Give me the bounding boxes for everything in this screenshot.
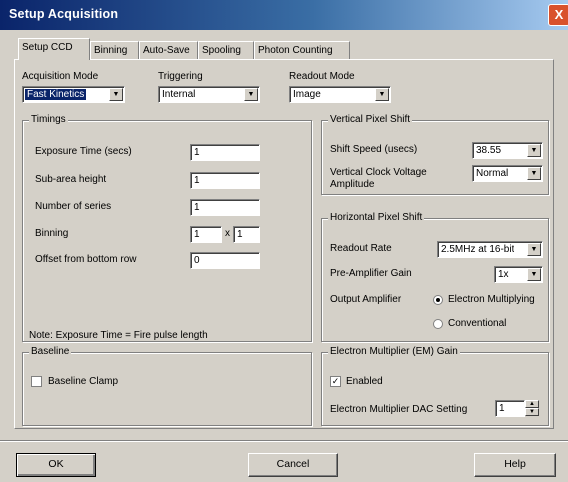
em-dac-spinner[interactable]: ▲ ▼ [525,400,539,417]
chevron-down-icon: ▼ [109,88,123,101]
close-icon: X [554,7,564,22]
baseline-group: Baseline [22,346,312,426]
exposure-time-label: Exposure Time (secs) [35,146,132,157]
cancel-button[interactable]: Cancel [248,453,338,477]
binning-separator: x [225,228,230,239]
help-label: Help [504,458,526,470]
output-amplifier-label: Output Amplifier [330,294,402,305]
em-dac-input[interactable]: 1 [495,400,525,417]
baseline-clamp-label: Baseline Clamp [48,376,119,387]
triggering-label: Triggering [158,71,203,82]
offset-bottom-row-input[interactable]: 0 [190,252,260,269]
tab-auto-save[interactable]: Auto-Save [139,41,198,59]
spin-up-icon[interactable]: ▲ [525,400,539,408]
offset-bottom-row-label: Offset from bottom row [35,254,137,265]
ok-label: OK [48,458,64,470]
em-dac-label: Electron Multiplier DAC Setting [330,404,468,415]
baseline-clamp-checkbox[interactable] [31,376,42,387]
vertical-clock-voltage-label: Vertical Clock Voltage Amplitude [330,167,427,190]
ok-button[interactable]: OK [16,453,96,477]
radio-conventional[interactable] [433,319,443,329]
exposure-note: Note: Exposure Time = Fire pulse length [29,330,208,341]
tab-photon-counting[interactable]: Photon Counting [254,41,350,59]
triggering-value: Internal [162,89,196,100]
acquisition-mode-label: Acquisition Mode [22,71,99,82]
timings-title: Timings [29,114,68,125]
vertical-clock-voltage-value: Normal [476,168,509,179]
readout-mode-select[interactable]: Image ▼ [289,86,391,103]
triggering-select[interactable]: Internal ▼ [158,86,260,103]
vertical-clock-voltage-select[interactable]: Normal ▼ [472,165,543,182]
sub-area-height-input[interactable]: 1 [190,172,260,189]
number-of-series-label: Number of series [35,201,112,212]
binning-x-input[interactable]: 1 [190,226,222,243]
close-button[interactable]: X [548,4,568,26]
shift-speed-value: 38.55 [476,145,502,156]
chevron-down-icon: ▼ [527,144,541,157]
number-of-series-input[interactable]: 1 [190,199,260,216]
readout-rate-value: 2.5MHz at 16-bit [441,244,515,255]
em-gain-title: Electron Multiplier (EM) Gain [328,346,460,357]
readout-mode-value: Image [293,89,321,100]
sub-area-height-label: Sub-area height [35,174,107,185]
exposure-time-input[interactable]: 1 [190,144,260,161]
shift-speed-label: Shift Speed (usecs) [330,144,418,155]
cancel-label: Cancel [276,458,310,470]
chevron-down-icon: ▼ [244,88,258,101]
window-title: Setup Acquisition [9,7,119,21]
tab-label: Setup CCD [22,42,73,53]
footer-divider [0,440,568,442]
help-button[interactable]: Help [474,453,556,477]
tab-spooling[interactable]: Spooling [198,41,254,59]
baseline-title: Baseline [29,346,72,357]
electron-multiplying-label: Electron Multiplying [448,294,535,305]
acquisition-mode-select[interactable]: Fast Kinetics ▼ [22,86,125,103]
acquisition-mode-value: Fast Kinetics [25,89,87,100]
chevron-down-icon: ▼ [527,243,541,256]
title-bar: Setup Acquisition X [0,0,568,30]
tab-label: Auto-Save [143,45,190,56]
tab-label: Binning [94,45,128,56]
tab-binning[interactable]: Binning [90,41,139,59]
pre-amplifier-gain-label: Pre-Amplifier Gain [330,268,412,279]
chevron-down-icon: ▼ [527,268,541,281]
shift-speed-select[interactable]: 38.55 ▼ [472,142,543,159]
pre-amplifier-gain-select[interactable]: 1x ▼ [494,266,543,283]
chevron-down-icon: ▼ [527,167,541,180]
binning-y-input[interactable]: 1 [233,226,260,243]
conventional-label: Conventional [448,318,507,329]
radio-electron-multiplying[interactable] [433,295,443,305]
tab-label: Spooling [202,45,241,56]
pre-amplifier-gain-value: 1x [498,269,509,280]
binning-label: Binning [35,228,69,239]
spin-down-icon[interactable]: ▼ [525,408,539,416]
em-enabled-label: Enabled [346,376,383,387]
tab-setup-ccd[interactable]: Setup CCD [18,38,90,60]
readout-mode-label: Readout Mode [289,71,355,82]
em-enabled-checkbox[interactable]: ✓ [330,376,341,387]
tab-label: Photon Counting [258,45,333,56]
readout-rate-label: Readout Rate [330,243,392,254]
readout-rate-select[interactable]: 2.5MHz at 16-bit ▼ [437,241,543,258]
vertical-pixel-shift-title: Vertical Pixel Shift [328,114,413,125]
horizontal-pixel-shift-title: Horizontal Pixel Shift [328,212,425,223]
chevron-down-icon: ▼ [375,88,389,101]
